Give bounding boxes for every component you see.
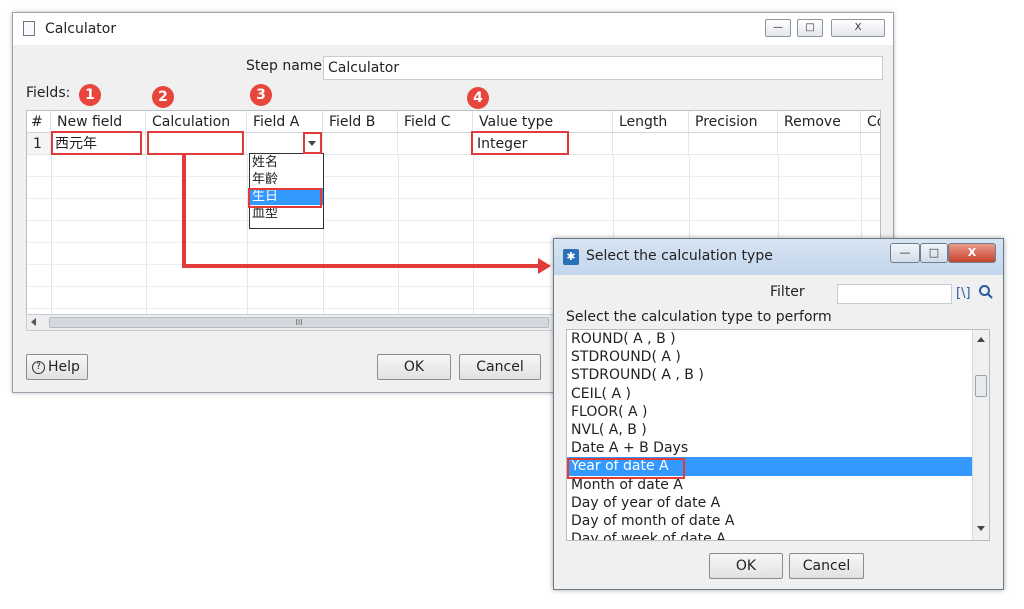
table-row-number: 1 [27, 133, 51, 155]
column-header-length[interactable]: Length [613, 111, 689, 133]
step-badge-4: 4 [467, 87, 489, 109]
dialog-title: Select the calculation type [586, 248, 773, 264]
more-cell [861, 133, 880, 155]
length-cell[interactable] [613, 133, 689, 155]
list-item[interactable]: Day of year of date A [567, 494, 977, 512]
column-header-field-b[interactable]: Field B [323, 111, 398, 133]
column-header-field-c[interactable]: Field C [398, 111, 473, 133]
scroll-thumb[interactable] [975, 375, 987, 397]
step-badge-1: 1 [79, 84, 101, 106]
scroll-down-icon[interactable] [977, 526, 985, 531]
column-header-remove[interactable]: Remove [778, 111, 861, 133]
highlight-new-field [51, 131, 142, 155]
horizontal-scrollbar[interactable]: III [26, 314, 571, 331]
column-divider [473, 155, 474, 314]
fields-label: Fields: [26, 85, 71, 101]
dropdown-option[interactable]: 年齡 [250, 171, 323, 188]
maximize-button[interactable]: □ [920, 243, 948, 263]
column-header-calculation[interactable]: Calculation [146, 111, 247, 133]
close-button[interactable]: X [948, 243, 996, 263]
scroll-thumb[interactable]: III [49, 317, 549, 328]
step-name-label: Step name [246, 58, 323, 74]
column-header-more[interactable]: Co [861, 111, 880, 133]
calculation-type-list[interactable]: ROUND( A , B ) STDROUND( A ) STDROUND( A… [566, 329, 990, 541]
list-item[interactable]: Date A + B Days [567, 439, 977, 457]
column-divider [247, 155, 248, 314]
column-header-precision[interactable]: Precision [689, 111, 778, 133]
column-header-field-a[interactable]: Field A [247, 111, 323, 133]
step-badge-3: 3 [250, 84, 272, 106]
window-title: Calculator [45, 21, 117, 37]
calculation-type-dialog: ✱ Select the calculation type — □ X Filt… [553, 238, 1004, 590]
highlight-selected-calculation [567, 458, 685, 479]
ok-button[interactable]: OK [377, 354, 451, 380]
minimize-button[interactable]: — [890, 243, 920, 263]
arrow-head-icon [538, 258, 551, 274]
regex-toggle-icon[interactable]: [\] [956, 286, 971, 301]
list-item[interactable]: ROUND( A , B ) [567, 330, 977, 348]
vertical-scrollbar[interactable] [972, 330, 989, 540]
column-header-value-type[interactable]: Value type [473, 111, 613, 133]
close-button[interactable]: X [831, 19, 885, 37]
column-divider [398, 155, 399, 314]
instruction-label: Select the calculation type to perform [566, 309, 832, 325]
help-icon: ? [32, 361, 45, 374]
column-header-new-field[interactable]: New field [51, 111, 146, 133]
filter-input[interactable] [837, 284, 952, 304]
highlight-calculation [147, 131, 244, 155]
field-b-cell[interactable] [323, 133, 398, 155]
cancel-button[interactable]: Cancel [459, 354, 541, 380]
filter-label: Filter [770, 284, 805, 300]
list-item[interactable]: Day of month of date A [567, 512, 977, 530]
cancel-button[interactable]: Cancel [789, 553, 864, 579]
connector-line-horizontal [182, 264, 540, 268]
precision-cell[interactable] [689, 133, 778, 155]
field-c-cell[interactable] [398, 133, 473, 155]
list-item[interactable]: FLOOR( A ) [567, 403, 977, 421]
help-button[interactable]: ? Help [26, 354, 88, 380]
highlight-selected-option [248, 188, 322, 208]
list-item[interactable]: NVL( A, B ) [567, 421, 977, 439]
column-divider [146, 155, 147, 314]
list-item[interactable]: STDROUND( A ) [567, 348, 977, 366]
column-divider [51, 155, 52, 314]
remove-cell[interactable] [778, 133, 861, 155]
search-icon[interactable] [978, 284, 994, 300]
highlight-dropdown-arrow [303, 132, 322, 154]
scroll-left-icon[interactable] [31, 318, 36, 326]
calculator-app-icon: ✱ [563, 249, 579, 265]
calculator-app-icon [23, 21, 35, 36]
connector-line-vertical [182, 155, 186, 267]
dialog-title-bar: ✱ Select the calculation type — □ X [554, 239, 1003, 275]
list-item[interactable]: STDROUND( A , B ) [567, 366, 977, 384]
step-name-input[interactable]: Calculator [323, 56, 883, 80]
highlight-value-type [471, 131, 569, 155]
step-badge-2: 2 [152, 86, 174, 108]
ok-button[interactable]: OK [709, 553, 783, 579]
maximize-button[interactable]: □ [797, 19, 823, 37]
dropdown-option[interactable]: 姓名 [250, 154, 323, 171]
minimize-button[interactable]: — [765, 19, 791, 37]
list-item[interactable]: Day of week of date A [567, 530, 977, 540]
title-bar: Calculator — □ X [13, 13, 893, 45]
scroll-up-icon[interactable] [977, 337, 985, 342]
list-item[interactable]: CEIL( A ) [567, 385, 977, 403]
column-header-row-number: # [27, 111, 51, 133]
